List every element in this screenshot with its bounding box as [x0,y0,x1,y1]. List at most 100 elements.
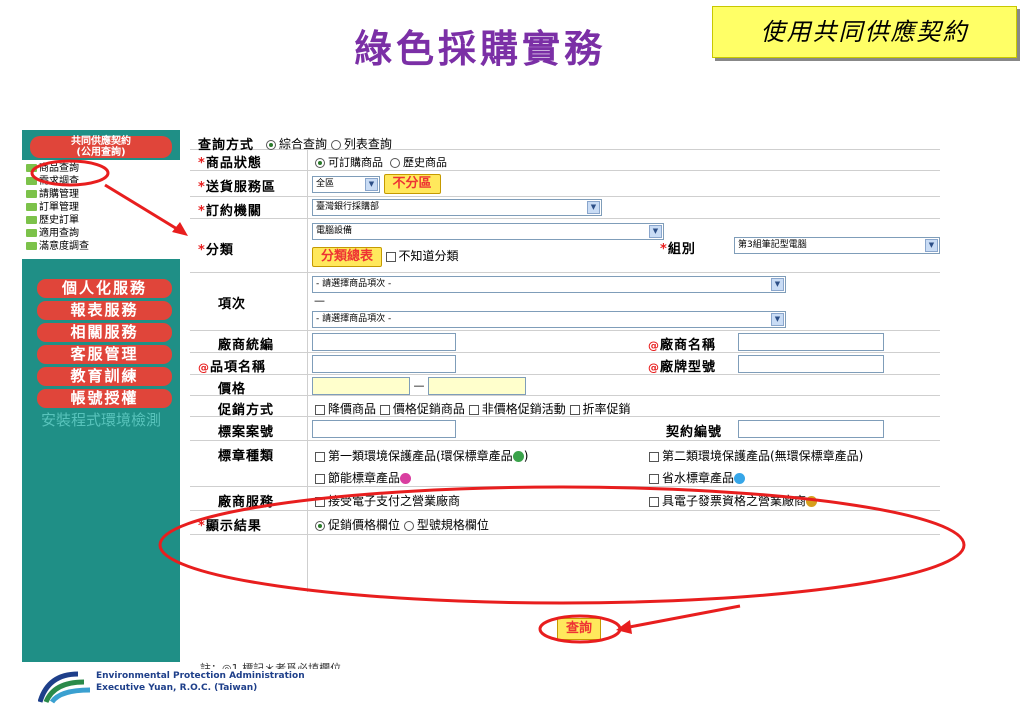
promo-price-label: 價格促銷商品 [392,402,465,416]
row-case: 標案案號 契約編號 [190,417,940,441]
sidebar-item-applicable-query[interactable]: 適用查詢 [26,227,180,240]
status-label: *商品狀態 [198,156,262,171]
display-label: *顯示結果 [198,519,262,534]
e-invoice-label: 具電子發票資格之營業廠商 [662,494,807,508]
row-item: 項次 - 請選擇商品項次 - ▼ — - 請選擇商品項次 - ▼ [190,273,940,331]
product-name-input[interactable] [312,355,456,373]
mode-combined-radio[interactable] [266,139,276,150]
slide-title: 綠色採購實務 [353,26,606,71]
report-service-button[interactable]: 報表服務 [37,301,172,320]
no-region-button[interactable]: 不分區 [383,174,441,194]
status-orderable-radio[interactable] [315,158,325,168]
footnote: 註：◎1.標記＊者爲必填欄位 [200,662,342,669]
sidebar-item-satisfaction[interactable]: 滿意度調查 [26,240,180,253]
water-label-text: 省水標章產品 [662,471,735,485]
row-price: 價格 — [190,375,940,397]
vendor-name-input[interactable] [738,333,884,351]
sidebar-item-order-history[interactable]: 歷史訂單 [26,214,180,227]
sidebar-item-product-query[interactable]: 商品查詢 [26,162,180,175]
e-payment-checkbox[interactable] [315,496,325,507]
sidebar-header-line: 共同供應契約 [71,136,131,147]
search-form: 查詢方式 綜合查詢 列表查詢 *商品狀態 可訂購商品 歷史商品 *送貨服務區 全… [190,133,940,535]
unknown-category-checkbox[interactable] [385,252,396,262]
contract-badge: 使用共同供應契約 [712,6,1017,58]
row-region: *送貨服務區 全區 ▼ 不分區 [190,171,940,197]
sidebar-header[interactable]: 共同供應契約 (公用查詢) [30,136,172,158]
eco-type1-label: 第一類環境保護產品(環保標章產品 [328,449,513,463]
row-product: @品項名稱 @廠牌型號 [190,353,940,375]
account-auth-button[interactable]: 帳號授權 [37,389,172,408]
price-min-input[interactable] [312,377,410,395]
row-category: *分類 電腦設備 ▼ 分類總表 不知道分類 *組別 第3組筆記型電腦 ▼ [190,219,940,273]
eco-type1-end: ) [523,449,529,463]
arrow-head-query [616,620,632,634]
category-list-button[interactable]: 分類總表 [312,247,383,267]
water-label-checkbox[interactable] [649,473,659,484]
row-eco-label: 標章種類 第一類環境保護產品(環保標章產品) 第二類環境保護產品(無環保標章產品… [190,441,940,487]
promo-rate-checkbox[interactable] [569,404,580,415]
chevron-down-icon: ▼ [587,201,600,214]
water-mark-icon [734,473,746,484]
chevron-down-icon: ▼ [771,278,784,291]
customer-service-button[interactable]: 客服管理 [37,345,172,364]
item-label: 項次 [218,297,247,312]
status-history-radio[interactable] [390,158,400,168]
brand-input[interactable] [738,355,884,373]
promo-rate-label: 折率促銷 [582,402,631,416]
agency-select[interactable]: 臺灣銀行採購部 ▼ [312,199,602,216]
contract-no-label: 契約編號 [666,425,723,440]
display-promo-radio[interactable] [315,520,325,531]
sidebar-menu: 商品查詢 需求調查 請購管理 訂單管理 歷史訂單 適用查詢 滿意度調查 [22,160,180,259]
mode-list-radio[interactable] [330,139,341,150]
chevron-down-icon: ▼ [365,177,378,191]
epa-name-line1: Environmental Protection Administration [96,671,305,681]
promo-label: 促銷方式 [218,403,275,418]
group-select[interactable]: 第3組筆記型電腦 ▼ [734,237,940,254]
folder-icon [26,190,37,198]
personal-service-button[interactable]: 個人化服務 [37,279,172,298]
item-select-2[interactable]: - 請選擇商品項次 - ▼ [312,311,786,328]
eco-type2-checkbox[interactable] [649,451,659,462]
e-invoice-checkbox[interactable] [649,496,659,507]
query-button[interactable]: 查詢 [557,618,601,640]
energy-label-checkbox[interactable] [315,473,325,484]
brand-label: @廠牌型號 [648,360,717,375]
training-button[interactable]: 教育訓練 [37,367,172,386]
item-select-1[interactable]: - 請選擇商品項次 - ▼ [312,276,786,293]
price-dash: — [413,379,425,392]
vendor-id-label: 廠商統編 [218,338,275,353]
mode-list-label: 列表查詢 [343,137,392,151]
contract-no-input[interactable] [738,420,884,438]
row-vendor: 廠商統編 @廠商名稱 [190,331,940,353]
row-status: *商品狀態 可訂購商品 歷史商品 [190,150,940,171]
install-check-link[interactable]: 安裝程式環境檢測 [28,412,174,429]
promo-discount-label: 降價商品 [328,402,377,416]
row-agency: *訂約機關 臺灣銀行採購部 ▼ [190,197,940,219]
category-select[interactable]: 電腦設備 ▼ [312,223,664,240]
folder-icon [26,242,37,250]
display-promo-label: 促銷價格欄位 [328,518,401,532]
promo-price-checkbox[interactable] [379,404,390,415]
sidebar-item-requisition[interactable]: 請購管理 [26,188,180,201]
green-mark-icon [512,451,524,462]
promo-nonprice-label: 非價格促銷活動 [481,402,566,416]
vendor-id-input[interactable] [312,333,456,351]
related-service-button[interactable]: 相關服務 [37,323,172,342]
chevron-down-icon: ▼ [925,239,938,252]
folder-icon [26,216,37,224]
display-spec-radio[interactable] [403,520,414,531]
sidebar-item-orders[interactable]: 訂單管理 [26,201,180,214]
eco-type1-checkbox[interactable] [315,451,325,462]
promo-nonprice-checkbox[interactable] [468,404,479,415]
promo-discount-checkbox[interactable] [315,404,325,415]
vendor-name-label: @廠商名稱 [648,338,717,353]
eco-type2-label: 第二類環境保護產品(無環保標章產品) [662,449,864,463]
sidebar-item-demand-survey[interactable]: 需求調查 [26,175,180,188]
arrow-line-query [623,604,741,630]
row-display: *顯示結果 促銷價格欄位 型號規格欄位 [190,511,940,535]
case-no-label: 標案案號 [218,425,275,440]
price-max-input[interactable] [428,377,526,395]
column-divider [307,150,308,592]
case-no-input[interactable] [312,420,456,438]
region-select[interactable]: 全區 ▼ [312,175,380,193]
